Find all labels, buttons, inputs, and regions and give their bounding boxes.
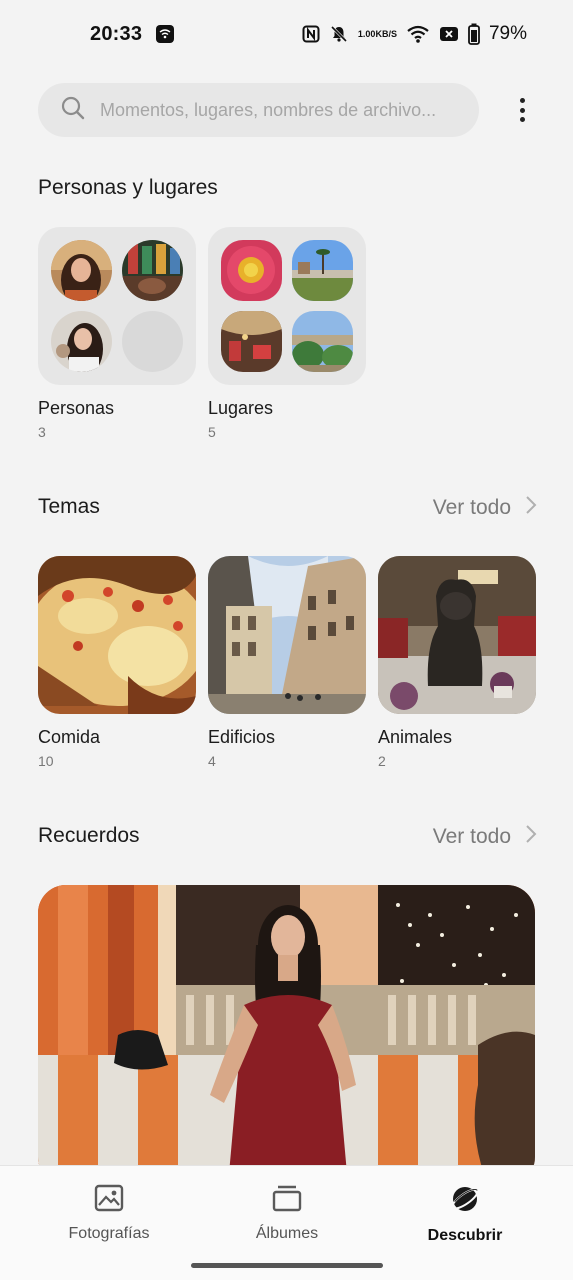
person-thumb bbox=[51, 240, 112, 301]
more-dot-icon bbox=[519, 107, 525, 113]
person-thumb bbox=[51, 311, 112, 372]
themes-see-all-button[interactable]: Ver todo bbox=[433, 495, 537, 521]
theme-count-buildings: 4 bbox=[208, 753, 216, 769]
themes-see-all-label: Ver todo bbox=[432, 496, 511, 519]
nav-discover[interactable]: Descubrir bbox=[395, 1184, 535, 1245]
clock: 20:33 bbox=[90, 22, 143, 45]
more-options-button[interactable] bbox=[510, 96, 534, 124]
home-indicator[interactable] bbox=[191, 1263, 383, 1268]
section-title-people-places: Personas y lugares bbox=[38, 176, 218, 199]
nav-albums[interactable]: Álbumes bbox=[217, 1184, 357, 1243]
chevron-right-icon bbox=[525, 495, 537, 521]
status-bar: 20:33 1.00 KB/S 79% bbox=[0, 0, 573, 68]
animals-photo bbox=[378, 556, 536, 714]
more-dot-icon bbox=[519, 117, 525, 122]
theme-count-food: 10 bbox=[38, 753, 54, 769]
theme-card-animals[interactable] bbox=[378, 556, 536, 714]
hotspot-icon bbox=[156, 25, 175, 43]
nfc-icon bbox=[302, 25, 320, 43]
wifi-icon bbox=[406, 25, 430, 43]
place-thumb bbox=[292, 311, 353, 372]
memory-photo bbox=[38, 885, 535, 1185]
people-label: Personas bbox=[38, 398, 115, 418]
battery-icon bbox=[468, 23, 480, 45]
theme-card-buildings[interactable] bbox=[208, 556, 366, 714]
theme-label-food: Comida bbox=[38, 727, 101, 747]
place-thumb bbox=[221, 311, 282, 372]
section-title-themes: Temas bbox=[38, 495, 100, 518]
nav-photos[interactable]: Fotografías bbox=[39, 1184, 179, 1243]
search-row bbox=[38, 83, 538, 137]
person-thumb bbox=[122, 240, 183, 301]
places-count: 5 bbox=[208, 424, 216, 440]
place-thumb bbox=[292, 240, 353, 301]
battery-percent: 79% bbox=[488, 23, 527, 44]
photo-icon bbox=[94, 1184, 124, 1216]
theme-label-animals: Animales bbox=[378, 727, 453, 747]
planet-icon bbox=[450, 1187, 480, 1218]
place-thumb bbox=[221, 240, 282, 301]
more-dot-icon bbox=[519, 98, 525, 103]
albums-icon bbox=[272, 1185, 302, 1216]
places-card[interactable] bbox=[208, 227, 366, 385]
nav-albums-label: Álbumes bbox=[255, 1225, 319, 1242]
network-speed-unit: KB/S bbox=[375, 28, 397, 39]
people-card[interactable] bbox=[38, 227, 196, 385]
theme-count-animals: 2 bbox=[378, 753, 386, 769]
people-count: 3 bbox=[38, 424, 46, 440]
network-speed: 1.00 KB/S bbox=[357, 28, 397, 39]
search-icon bbox=[60, 95, 86, 126]
search-input[interactable] bbox=[100, 99, 460, 121]
nav-discover-label: Descubrir bbox=[427, 1227, 503, 1244]
food-photo bbox=[38, 556, 196, 714]
network-speed-value: 1.00 bbox=[357, 28, 376, 39]
search-box[interactable] bbox=[38, 83, 479, 137]
memories-see-all-button[interactable]: Ver todo bbox=[433, 824, 537, 850]
chevron-right-icon bbox=[525, 824, 537, 850]
mute-icon bbox=[329, 24, 349, 44]
memories-see-all-label: Ver todo bbox=[432, 825, 511, 848]
theme-label-buildings: Edificios bbox=[208, 727, 276, 747]
memory-card[interactable] bbox=[38, 885, 535, 1185]
section-title-memories: Recuerdos bbox=[38, 824, 140, 847]
nav-photos-label: Fotografías bbox=[68, 1225, 150, 1242]
theme-card-food[interactable] bbox=[38, 556, 196, 714]
no-sim-icon bbox=[439, 26, 459, 42]
buildings-photo bbox=[208, 556, 366, 714]
places-label: Lugares bbox=[208, 398, 274, 418]
person-thumb-placeholder bbox=[122, 311, 183, 372]
